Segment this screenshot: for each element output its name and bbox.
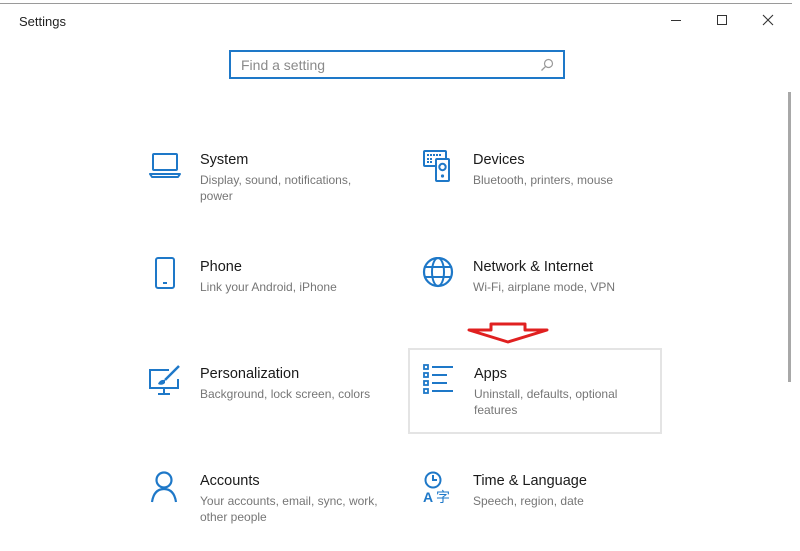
tile-description: Uninstall, defaults, optional features (474, 387, 618, 417)
tile-phone[interactable]: Phone Link your Android, iPhone (149, 257, 399, 337)
tile-name: Phone (200, 259, 242, 275)
apps-list-icon (423, 364, 453, 394)
tile-description: Wi-Fi, airplane mode, VPN (473, 280, 616, 294)
search-box[interactable] (229, 50, 565, 79)
tile-description: Your accounts, email, sync, work, other … (200, 494, 378, 524)
scrollbar[interactable] (788, 92, 791, 382)
devices-icon (423, 150, 450, 182)
maximize-icon (717, 15, 727, 25)
search-icon[interactable] (539, 57, 555, 73)
person-icon (150, 471, 178, 503)
tile-system[interactable]: System Display, sound, notifications, po… (149, 150, 399, 230)
window-title: Settings (19, 14, 66, 29)
svg-text:A: A (423, 489, 433, 505)
tile-time-language[interactable]: A 字 Time & Language Speech, region, date (422, 471, 672, 551)
tile-name: Accounts (200, 473, 260, 489)
red-arrow-annotation (467, 322, 549, 344)
tile-name: Personalization (200, 366, 300, 382)
phone-icon (155, 257, 175, 289)
tile-personalization[interactable]: Personalization Background, lock screen,… (149, 364, 399, 444)
tile-apps[interactable]: Apps Uninstall, defaults, optional featu… (408, 348, 662, 434)
tile-description: Bluetooth, printers, mouse (473, 173, 614, 187)
tile-description: Background, lock screen, colors (200, 387, 371, 401)
time-language-icon: A 字 (423, 471, 450, 505)
tile-name: Network & Internet (473, 259, 594, 275)
search-input[interactable] (241, 55, 531, 75)
window-top-border (0, 3, 792, 4)
tile-name: Devices (473, 152, 525, 168)
paintbrush-monitor-icon (149, 365, 180, 395)
svg-text:字: 字 (436, 490, 450, 505)
tile-accounts[interactable]: Accounts Your accounts, email, sync, wor… (149, 471, 399, 551)
globe-icon (422, 257, 454, 288)
minimize-icon (671, 20, 681, 21)
tile-description: Display, sound, notifications, power (200, 173, 352, 203)
tile-name: System (200, 152, 249, 168)
close-icon (762, 14, 774, 26)
minimize-button[interactable] (665, 10, 687, 30)
tile-devices[interactable]: Devices Bluetooth, printers, mouse (422, 150, 672, 230)
tile-name: Time & Language (473, 473, 587, 489)
tile-description: Speech, region, date (473, 494, 584, 508)
tile-description: Link your Android, iPhone (200, 280, 337, 294)
laptop-icon (149, 153, 181, 178)
tile-name: Apps (474, 366, 508, 382)
maximize-button[interactable] (711, 10, 733, 30)
close-button[interactable] (757, 10, 779, 30)
